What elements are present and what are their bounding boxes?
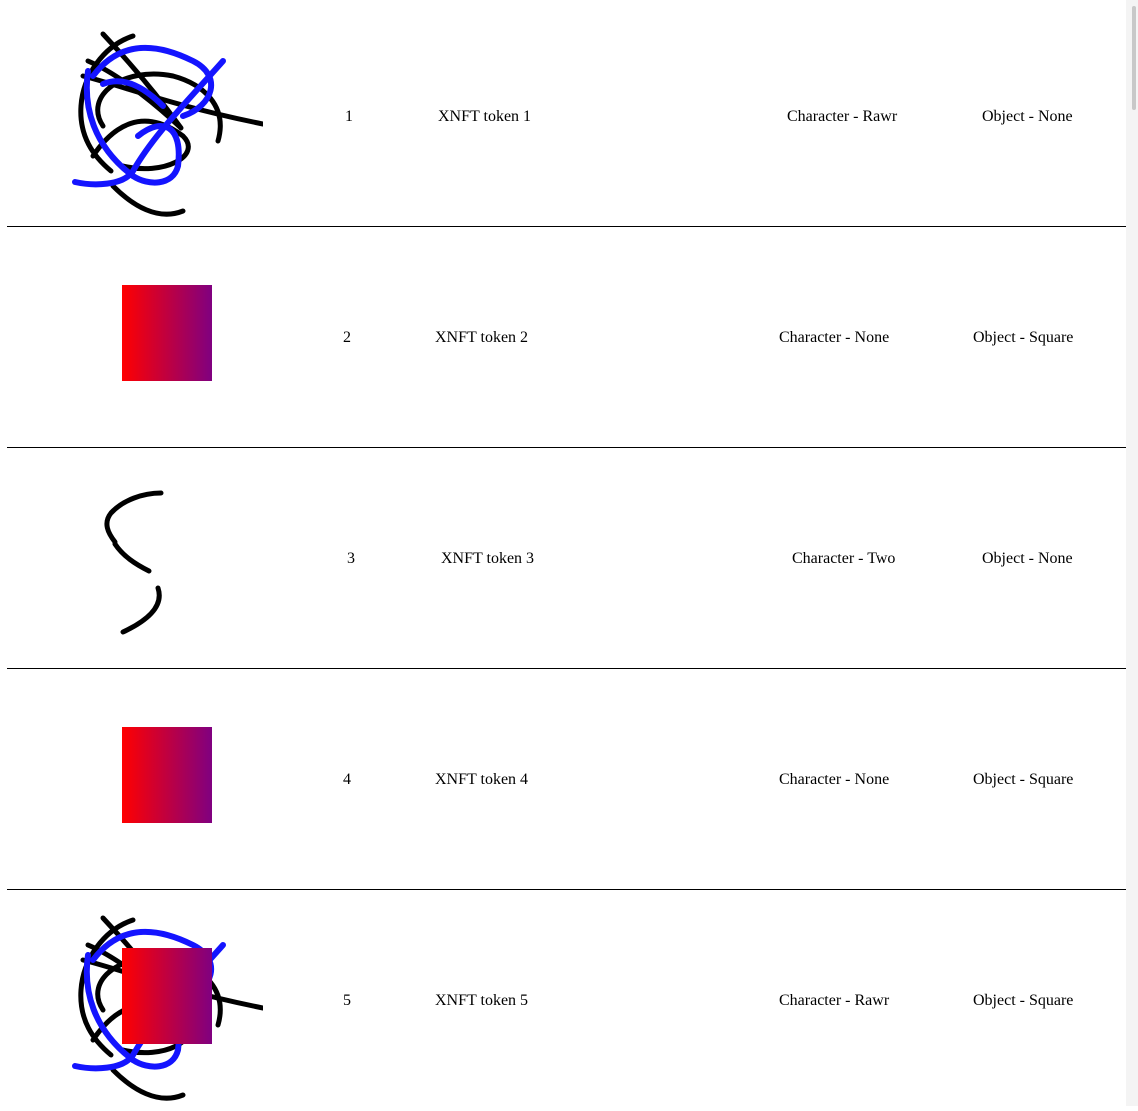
token-object: Object - None: [982, 550, 1073, 567]
token-character: Character - None: [779, 771, 890, 788]
vertical-scrollbar[interactable]: [1126, 0, 1138, 1106]
token-character: Character - Rawr: [779, 992, 890, 1009]
token-object: Object - Square: [973, 329, 1074, 346]
token-id: 2: [343, 329, 351, 346]
scrollbar-thumb[interactable]: [1132, 6, 1136, 110]
token-object: Object - None: [982, 108, 1073, 125]
token-id: 5: [343, 992, 351, 1009]
token-name: XNFT token 5: [435, 992, 529, 1009]
token-image-rawr-with-square: [63, 890, 263, 1105]
token-list: 1 XNFT token 1 Character - Rawr Object -…: [7, 6, 1126, 1111]
token-name: XNFT token 1: [438, 108, 532, 125]
token-character: Character - Rawr: [787, 108, 898, 125]
token-id: 3: [347, 550, 355, 567]
token-object: Object - Square: [973, 771, 1074, 788]
token-id: 1: [345, 108, 353, 125]
token-row[interactable]: 3 XNFT token 3 Character - Two Object - …: [7, 448, 1126, 669]
token-name: XNFT token 4: [435, 771, 529, 788]
token-image-gradient-square: [63, 227, 263, 442]
token-character: Character - Two: [792, 550, 896, 567]
token-row[interactable]: 2 XNFT token 2 Character - None Object -…: [7, 227, 1126, 448]
token-name: XNFT token 3: [441, 550, 535, 567]
token-image-rawr-scribble: [63, 6, 263, 221]
token-image-gradient-square: [63, 669, 263, 884]
token-name: XNFT token 2: [435, 329, 529, 346]
token-character: Character - None: [779, 329, 890, 346]
token-row[interactable]: 5 XNFT token 5 Character - Rawr Object -…: [7, 890, 1126, 1111]
token-id: 4: [343, 771, 351, 788]
token-object: Object - Square: [973, 992, 1074, 1009]
token-image-two-curve: [63, 448, 263, 663]
token-row[interactable]: 4 XNFT token 4 Character - None Object -…: [7, 669, 1126, 890]
token-row[interactable]: 1 XNFT token 1 Character - Rawr Object -…: [7, 6, 1126, 227]
